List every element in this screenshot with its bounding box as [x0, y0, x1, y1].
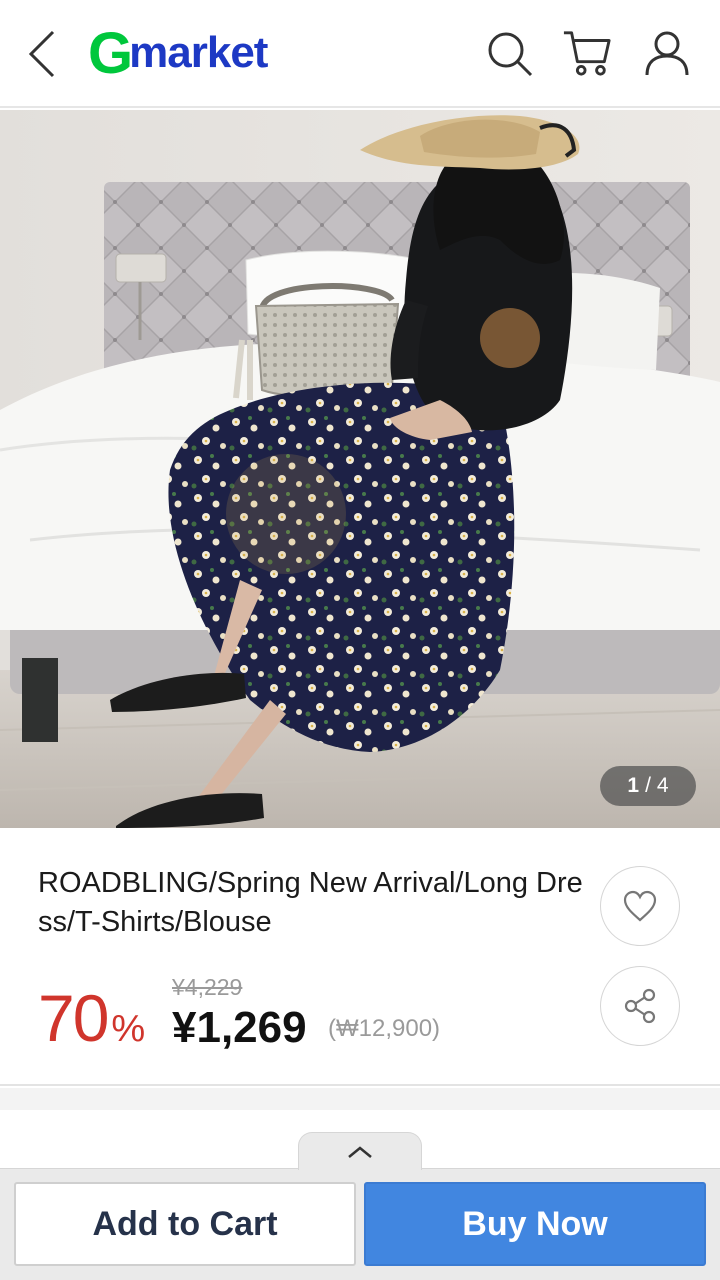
- discount-unit: %: [111, 1008, 146, 1050]
- discount-rate: 70%: [38, 980, 145, 1056]
- original-price: ¥4,229: [172, 974, 243, 1000]
- product-photo: [0, 110, 720, 828]
- my-account-button[interactable]: [642, 28, 692, 78]
- price-in-won: (₩12,900): [328, 1015, 441, 1042]
- cart-button[interactable]: [562, 28, 612, 78]
- logo-text: market: [129, 28, 268, 77]
- buy-now-button[interactable]: Buy Now: [364, 1182, 706, 1266]
- drawer-handle-joint: [299, 1166, 421, 1170]
- app-header: G market: [0, 0, 720, 108]
- discount-value: 70: [38, 981, 109, 1055]
- share-button[interactable]: [600, 966, 680, 1046]
- back-button[interactable]: [22, 26, 62, 82]
- product-info: ROADBLING/Spring New Arrival/Long Dress/…: [0, 828, 720, 1086]
- gmarket-logo[interactable]: G market: [88, 20, 268, 86]
- image-counter: 1 / 4: [600, 766, 696, 806]
- add-to-cart-button[interactable]: Add to Cart: [14, 1182, 356, 1266]
- cart-icon: [563, 31, 611, 76]
- product-image-gallery[interactable]: 1 / 4: [0, 110, 720, 828]
- back-icon: [28, 30, 55, 78]
- section-divider: [0, 1088, 720, 1110]
- image-counter-separator: /: [645, 774, 651, 797]
- wishlist-button[interactable]: [600, 866, 680, 946]
- sale-price: ¥1,269: [172, 1003, 307, 1052]
- search-icon: [488, 32, 533, 77]
- option-drawer-handle[interactable]: [298, 1132, 422, 1170]
- chevron-up-icon: [348, 1145, 372, 1158]
- search-button[interactable]: [484, 28, 534, 78]
- share-icon: [624, 988, 656, 1024]
- image-counter-current: 1: [627, 774, 640, 797]
- image-counter-total: 4: [656, 774, 669, 797]
- user-icon: [645, 31, 689, 76]
- logo-g: G: [88, 20, 133, 86]
- product-title: ROADBLING/Spring New Arrival/Long Dress/…: [38, 867, 583, 938]
- heart-icon: [623, 890, 657, 922]
